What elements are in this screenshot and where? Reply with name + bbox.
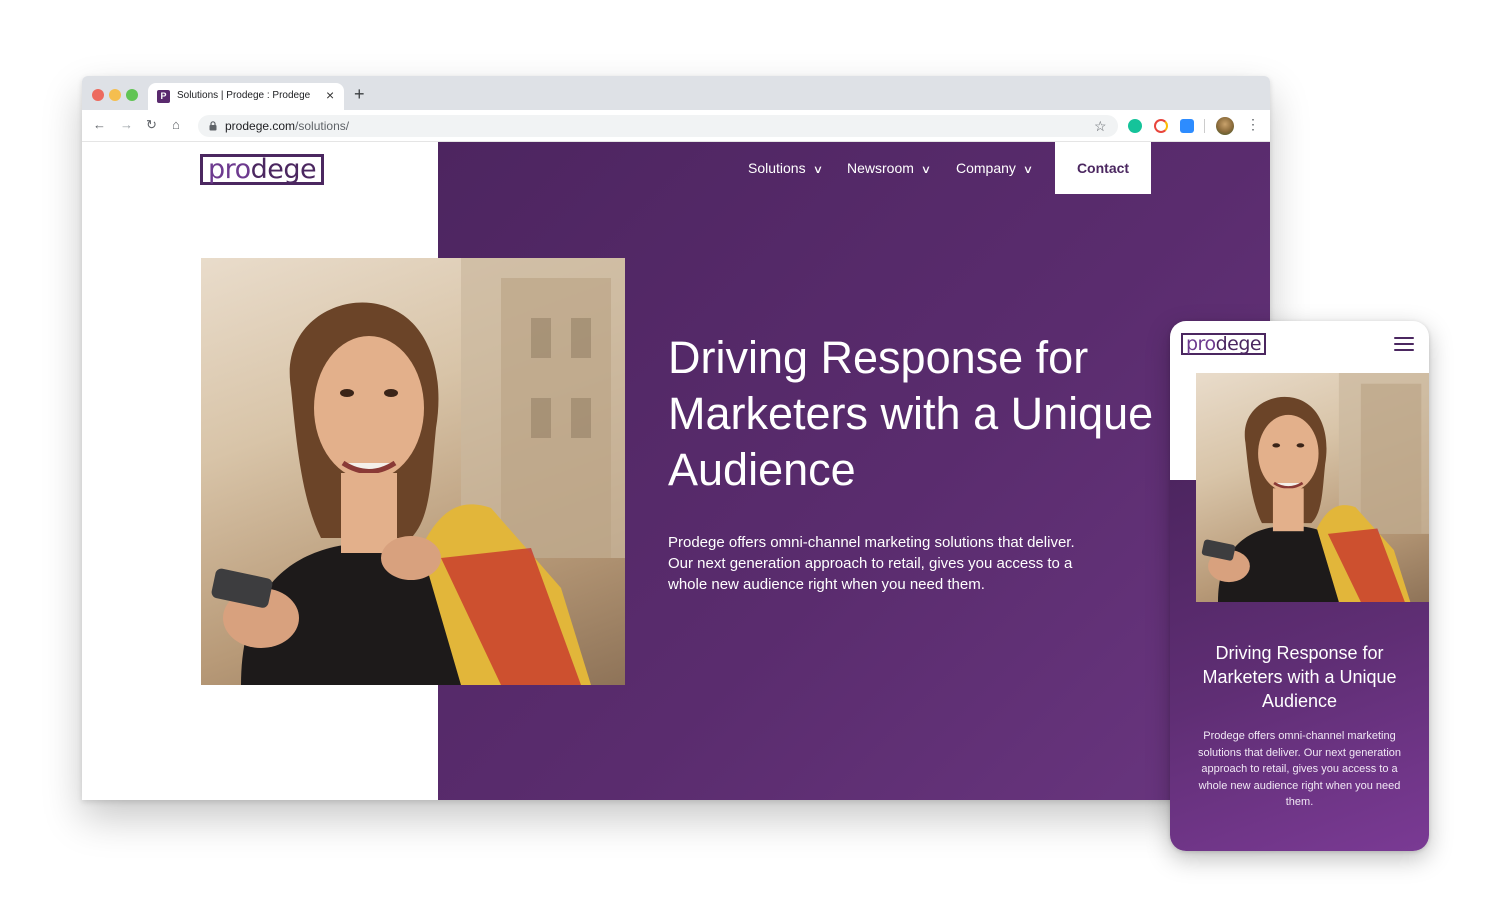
nav-label: Company bbox=[956, 160, 1016, 176]
logo-wordmark: prodege bbox=[208, 154, 317, 185]
close-tab-icon[interactable]: × bbox=[326, 88, 334, 102]
nav-label: Newsroom bbox=[847, 160, 914, 176]
lock-icon bbox=[209, 121, 217, 131]
address-bar[interactable]: prodege.com/solutions/ ☆ bbox=[198, 115, 1118, 137]
mobile-hero-photo-illustration bbox=[1201, 373, 1429, 602]
logo-bracket: prodege bbox=[200, 154, 325, 185]
new-tab-icon[interactable]: + bbox=[354, 85, 365, 103]
close-window-button[interactable] bbox=[92, 89, 104, 101]
reload-icon[interactable]: ↻ bbox=[146, 118, 157, 132]
site-logo[interactable]: prodege bbox=[200, 154, 325, 185]
favicon-icon: P bbox=[157, 90, 170, 103]
hero-photo-illustration bbox=[211, 258, 625, 685]
logo-text-part-a: pro bbox=[1186, 333, 1216, 355]
bookmark-star-icon[interactable]: ☆ bbox=[1094, 118, 1107, 135]
logo-bracket: prodege bbox=[1181, 333, 1267, 355]
mobile-hero-photo bbox=[1196, 373, 1429, 602]
hero-headline: Driving Response for Marketers with a Un… bbox=[668, 332, 1154, 495]
back-icon[interactable]: ← bbox=[93, 118, 106, 132]
forward-icon[interactable]: → bbox=[120, 118, 133, 132]
logo-text-part-a: pro bbox=[208, 154, 251, 185]
nav-item-company[interactable]: Company ∨ bbox=[956, 160, 1034, 176]
tab-title: Solutions | Prodege : Prodege bbox=[177, 90, 311, 101]
home-icon[interactable]: ⌂ bbox=[172, 118, 180, 132]
mobile-site-logo[interactable]: prodege bbox=[1181, 333, 1267, 355]
chrome-extension-icon[interactable] bbox=[1154, 119, 1168, 133]
menu-kebab-icon[interactable]: ⋮ bbox=[1246, 116, 1260, 132]
grammarly-extension-icon[interactable] bbox=[1128, 119, 1142, 133]
mobile-mockup: prodege Driving Response for Marketers w… bbox=[1170, 321, 1429, 851]
url-host: prodege.com bbox=[225, 119, 296, 133]
zoom-extension-icon[interactable] bbox=[1180, 119, 1194, 133]
nav-label: Solutions bbox=[748, 160, 806, 176]
chevron-down-icon: ∨ bbox=[812, 164, 823, 176]
tab-strip: P Solutions | Prodege : Prodege × + bbox=[82, 76, 1270, 110]
hero-photo bbox=[201, 258, 625, 685]
mockup-stage: P Solutions | Prodege : Prodege × + ← → … bbox=[0, 0, 1500, 913]
hero-body: Prodege offers omni-channel marketing so… bbox=[668, 534, 1075, 593]
logo-wordmark: prodege bbox=[1186, 333, 1262, 355]
url-text: prodege.com/solutions/ bbox=[225, 119, 349, 133]
browser-toolbar: ← → ↻ ⌂ prodege.com/solutions/ ☆ ⋮ bbox=[82, 110, 1270, 142]
mobile-hero-headline: Driving Response for Marketers with a Un… bbox=[1202, 643, 1397, 711]
nav-item-newsroom[interactable]: Newsroom ∨ bbox=[847, 160, 932, 176]
mobile-hero-body: Prodege offers omni-channel marketing so… bbox=[1197, 730, 1401, 808]
hamburger-menu-icon[interactable] bbox=[1394, 337, 1414, 351]
toolbar-divider bbox=[1204, 119, 1205, 133]
chevron-down-icon: ∨ bbox=[920, 164, 932, 176]
logo-text-part-b: dege bbox=[1215, 333, 1262, 355]
logo-text-part-b: dege bbox=[250, 154, 317, 185]
contact-button[interactable]: Contact bbox=[1055, 142, 1151, 194]
browser-tab[interactable]: P Solutions | Prodege : Prodege × bbox=[148, 83, 344, 110]
desktop-page: prodege Solutions ∨ Newsroom ∨ Company ∨ Co… bbox=[82, 142, 1270, 800]
url-path: /solutions/ bbox=[295, 119, 350, 133]
nav-item-solutions[interactable]: Solutions ∨ bbox=[748, 160, 823, 176]
chevron-down-icon: ∨ bbox=[1022, 164, 1034, 176]
minimize-window-button[interactable] bbox=[109, 89, 121, 101]
profile-avatar[interactable] bbox=[1216, 117, 1234, 135]
browser-window: P Solutions | Prodege : Prodege × + ← → … bbox=[82, 76, 1270, 800]
maximize-window-button[interactable] bbox=[126, 89, 138, 101]
